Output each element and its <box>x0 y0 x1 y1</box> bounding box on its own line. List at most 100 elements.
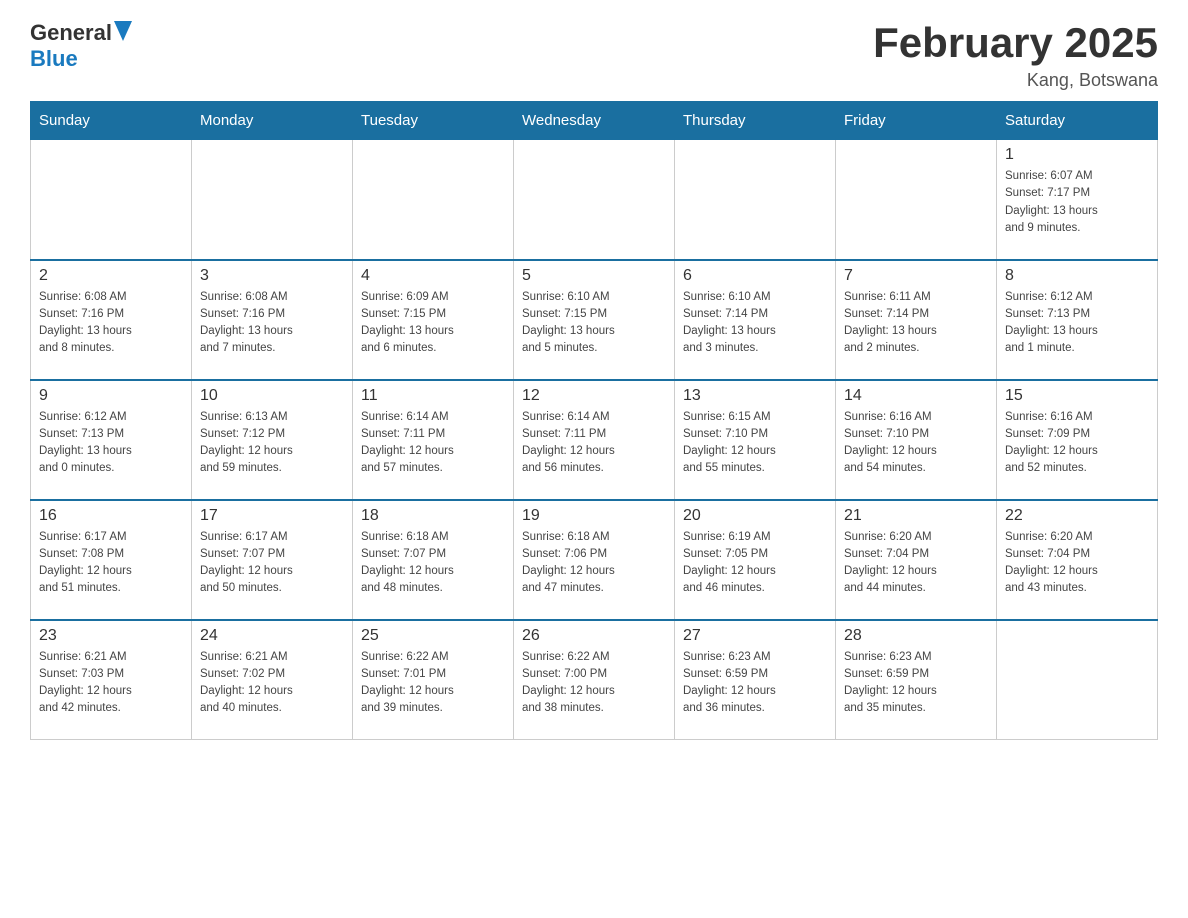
calendar-cell: 5Sunrise: 6:10 AM Sunset: 7:15 PM Daylig… <box>514 260 675 380</box>
weekday-header-thursday: Thursday <box>675 102 836 140</box>
day-info: Sunrise: 6:10 AM Sunset: 7:14 PM Dayligh… <box>683 289 827 358</box>
day-info: Sunrise: 6:16 AM Sunset: 7:09 PM Dayligh… <box>1005 409 1149 478</box>
calendar-cell: 1Sunrise: 6:07 AM Sunset: 7:17 PM Daylig… <box>997 140 1158 260</box>
weekday-header-tuesday: Tuesday <box>353 102 514 140</box>
calendar-cell <box>836 140 997 260</box>
calendar-cell: 20 Sunrise: 6:19 AM Sunset: 7:05 PM Dayli… <box>675 500 836 620</box>
day-number: 4 <box>361 267 505 285</box>
day-info: Sunrise: 6:14 AM Sunset: 7:11 PM Dayligh… <box>361 409 505 478</box>
calendar-cell: 7 Sunrise: 6:11 AM Sunset: 7:14 PM Daylig… <box>836 260 997 380</box>
calendar-cell: 6 Sunrise: 6:10 AM Sunset: 7:14 PM Daylig… <box>675 260 836 380</box>
day-info: Sunrise: 6:11 AM Sunset: 7:14 PM Dayligh… <box>844 289 988 358</box>
day-number: 14 <box>844 387 988 405</box>
day-info: Sunrise: 6:21 AM Sunset: 7:03 PM Dayligh… <box>39 649 183 718</box>
calendar-cell: 21 Sunrise: 6:20 AM Sunset: 7:04 PM Dayli… <box>836 500 997 620</box>
calendar-cell <box>997 620 1158 740</box>
day-info: Sunrise: 6:18 AM Sunset: 7:06 PM Dayligh… <box>522 529 666 598</box>
weekday-header-saturday: Saturday <box>997 102 1158 140</box>
day-info: Sunrise: 6:13 AM Sunset: 7:12 PM Dayligh… <box>200 409 344 478</box>
calendar-cell <box>31 140 192 260</box>
calendar-cell <box>675 140 836 260</box>
calendar-cell: 22 Sunrise: 6:20 AM Sunset: 7:04 PM Dayli… <box>997 500 1158 620</box>
weekday-header-wednesday: Wednesday <box>514 102 675 140</box>
day-number: 9 <box>39 387 183 405</box>
day-info: Sunrise: 6:08 AM Sunset: 7:16 PM Dayligh… <box>39 289 183 358</box>
logo: General Blue <box>30 20 132 72</box>
day-number: 17 <box>200 507 344 525</box>
day-info: Sunrise: 6:22 AM Sunset: 7:00 PM Dayligh… <box>522 649 666 718</box>
weekday-header-sunday: Sunday <box>31 102 192 140</box>
day-number: 7 <box>844 267 988 285</box>
location-label: Kang, Botswana <box>873 70 1158 91</box>
day-number: 22 <box>1005 507 1149 525</box>
day-number: 15 <box>1005 387 1149 405</box>
calendar-cell: 16 Sunrise: 6:17 AM Sunset: 7:08 PM Dayli… <box>31 500 192 620</box>
day-number: 3 <box>200 267 344 285</box>
day-number: 19 <box>522 507 666 525</box>
calendar-cell: 18 Sunrise: 6:18 AM Sunset: 7:07 PM Dayli… <box>353 500 514 620</box>
day-number: 24 <box>200 627 344 645</box>
day-info: Sunrise: 6:08 AM Sunset: 7:16 PM Dayligh… <box>200 289 344 358</box>
day-number: 8 <box>1005 267 1149 285</box>
day-number: 25 <box>361 627 505 645</box>
day-number: 2 <box>39 267 183 285</box>
day-number: 26 <box>522 627 666 645</box>
logo-text-blue: Blue <box>30 46 78 71</box>
calendar-cell: 25 Sunrise: 6:22 AM Sunset: 7:01 PM Dayli… <box>353 620 514 740</box>
calendar-cell: 14 Sunrise: 6:16 AM Sunset: 7:10 PM Dayli… <box>836 380 997 500</box>
day-number: 1 <box>1005 146 1149 164</box>
day-info: Sunrise: 6:23 AM Sunset: 6:59 PM Dayligh… <box>683 649 827 718</box>
calendar-cell: 23Sunrise: 6:21 AM Sunset: 7:03 PM Dayli… <box>31 620 192 740</box>
calendar-cell: 27 Sunrise: 6:23 AM Sunset: 6:59 PM Dayli… <box>675 620 836 740</box>
month-title: February 2025 <box>873 20 1158 66</box>
day-info: Sunrise: 6:15 AM Sunset: 7:10 PM Dayligh… <box>683 409 827 478</box>
day-number: 12 <box>522 387 666 405</box>
day-number: 6 <box>683 267 827 285</box>
calendar-table: SundayMondayTuesdayWednesdayThursdayFrid… <box>30 101 1158 740</box>
weekday-header-monday: Monday <box>192 102 353 140</box>
calendar-cell: 10 Sunrise: 6:13 AM Sunset: 7:12 PM Dayli… <box>192 380 353 500</box>
calendar-cell: 24 Sunrise: 6:21 AM Sunset: 7:02 PM Dayli… <box>192 620 353 740</box>
day-info: Sunrise: 6:22 AM Sunset: 7:01 PM Dayligh… <box>361 649 505 718</box>
day-number: 28 <box>844 627 988 645</box>
day-number: 16 <box>39 507 183 525</box>
day-info: Sunrise: 6:12 AM Sunset: 7:13 PM Dayligh… <box>1005 289 1149 358</box>
calendar-cell: 4Sunrise: 6:09 AM Sunset: 7:15 PM Daylig… <box>353 260 514 380</box>
day-info: Sunrise: 6:20 AM Sunset: 7:04 PM Dayligh… <box>844 529 988 598</box>
day-info: Sunrise: 6:23 AM Sunset: 6:59 PM Dayligh… <box>844 649 988 718</box>
weekday-header-friday: Friday <box>836 102 997 140</box>
day-info: Sunrise: 6:19 AM Sunset: 7:05 PM Dayligh… <box>683 529 827 598</box>
calendar-cell: 12Sunrise: 6:14 AM Sunset: 7:11 PM Dayli… <box>514 380 675 500</box>
day-number: 27 <box>683 627 827 645</box>
page-header: General Blue February 2025 Kang, Botswan… <box>30 20 1158 91</box>
calendar-cell: 11 Sunrise: 6:14 AM Sunset: 7:11 PM Dayli… <box>353 380 514 500</box>
calendar-cell: 13 Sunrise: 6:15 AM Sunset: 7:10 PM Dayli… <box>675 380 836 500</box>
calendar-cell: 17 Sunrise: 6:17 AM Sunset: 7:07 PM Dayli… <box>192 500 353 620</box>
calendar-cell: 3 Sunrise: 6:08 AM Sunset: 7:16 PM Daylig… <box>192 260 353 380</box>
day-number: 21 <box>844 507 988 525</box>
calendar-cell: 26 Sunrise: 6:22 AM Sunset: 7:00 PM Dayli… <box>514 620 675 740</box>
calendar-cell <box>353 140 514 260</box>
day-info: Sunrise: 6:17 AM Sunset: 7:07 PM Dayligh… <box>200 529 344 598</box>
day-info: Sunrise: 6:18 AM Sunset: 7:07 PM Dayligh… <box>361 529 505 598</box>
day-number: 18 <box>361 507 505 525</box>
day-number: 13 <box>683 387 827 405</box>
day-info: Sunrise: 6:12 AM Sunset: 7:13 PM Dayligh… <box>39 409 183 478</box>
day-info: Sunrise: 6:10 AM Sunset: 7:15 PM Dayligh… <box>522 289 666 358</box>
day-number: 10 <box>200 387 344 405</box>
calendar-cell <box>514 140 675 260</box>
day-number: 20 <box>683 507 827 525</box>
day-info: Sunrise: 6:20 AM Sunset: 7:04 PM Dayligh… <box>1005 529 1149 598</box>
logo-text-general: General <box>30 20 112 46</box>
calendar-cell: 9 Sunrise: 6:12 AM Sunset: 7:13 PM Daylig… <box>31 380 192 500</box>
day-number: 11 <box>361 387 505 405</box>
calendar-cell: 8 Sunrise: 6:12 AM Sunset: 7:13 PM Daylig… <box>997 260 1158 380</box>
calendar-cell: 2 Sunrise: 6:08 AM Sunset: 7:16 PM Daylig… <box>31 260 192 380</box>
day-info: Sunrise: 6:16 AM Sunset: 7:10 PM Dayligh… <box>844 409 988 478</box>
calendar-cell: 28 Sunrise: 6:23 AM Sunset: 6:59 PM Dayli… <box>836 620 997 740</box>
calendar-cell: 15 Sunrise: 6:16 AM Sunset: 7:09 PM Dayli… <box>997 380 1158 500</box>
day-info: Sunrise: 6:21 AM Sunset: 7:02 PM Dayligh… <box>200 649 344 718</box>
day-info: Sunrise: 6:17 AM Sunset: 7:08 PM Dayligh… <box>39 529 183 598</box>
logo-triangle-icon <box>114 21 132 41</box>
calendar-cell <box>192 140 353 260</box>
